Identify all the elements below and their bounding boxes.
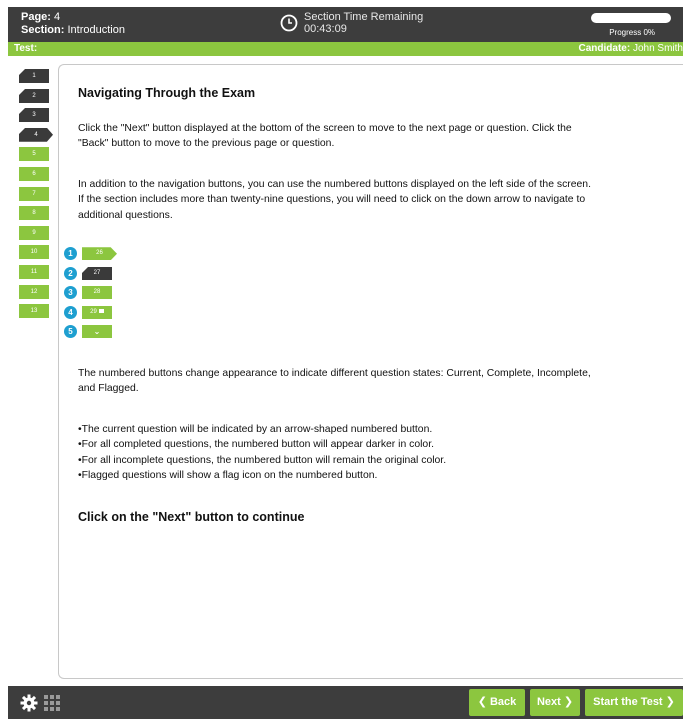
- continue-instruction: Click on the "Next" button to continue: [78, 509, 305, 524]
- list-item: Flagged questions will show a flag icon …: [78, 468, 598, 484]
- example-row: 1 26: [64, 244, 598, 264]
- clock-icon: [280, 14, 298, 32]
- example-incomplete-button: 28: [82, 286, 112, 300]
- progress-indicator: Progress 0%: [591, 13, 671, 37]
- example-row: 3 28: [64, 283, 598, 303]
- example-number-badge: 1: [64, 247, 77, 261]
- test-label: Test:: [14, 43, 38, 54]
- example-number-badge: 5: [64, 325, 77, 339]
- question-nav-button[interactable]: 4: [19, 127, 53, 142]
- gear-icon[interactable]: [20, 694, 38, 712]
- paragraph-states: The numbered buttons change appearance t…: [78, 367, 591, 395]
- candidate-info: Candidate: John Smith: [579, 42, 683, 56]
- question-nav-button[interactable]: 7: [19, 186, 49, 201]
- page-info: Page: 4 Section: Introduction: [21, 11, 125, 37]
- question-navigator: 1 2 3 4 5 6 7 8 9 10 11 12 13: [19, 69, 53, 324]
- question-nav-button[interactable]: 1: [19, 69, 49, 83]
- question-nav-button[interactable]: 6: [19, 166, 49, 181]
- list-item: For all incomplete questions, the number…: [78, 453, 598, 469]
- example-number-badge: 4: [64, 305, 77, 319]
- question-nav-button[interactable]: 5: [19, 147, 49, 162]
- info-bar: Test: Candidate: John Smith: [8, 42, 683, 56]
- example-complete-button: 27: [82, 266, 112, 280]
- instructions: Navigating Through the Exam Click the "N…: [64, 86, 598, 525]
- question-nav-button[interactable]: 11: [19, 264, 49, 279]
- paragraph-next-back: Click the "Next" button displayed at the…: [78, 122, 572, 150]
- candidate-label: Candidate:: [578, 43, 631, 54]
- next-button[interactable]: Next ❯: [530, 689, 580, 716]
- progress-label: Progress 0%: [609, 28, 655, 37]
- question-nav-button[interactable]: 13: [19, 304, 49, 319]
- question-nav-button[interactable]: 12: [19, 284, 49, 299]
- list-item: The current question will be indicated b…: [78, 422, 598, 438]
- example-row: 4 29: [64, 303, 598, 323]
- timer-value: 00:43:09: [304, 23, 347, 35]
- example-down-arrow-button: ⌄: [82, 325, 112, 339]
- page-label: Page:: [21, 11, 51, 23]
- example-current-button: 26: [82, 247, 117, 261]
- question-nav-button[interactable]: 2: [19, 88, 49, 103]
- example-row: 5 ⌄: [64, 322, 598, 342]
- page-title: Navigating Through the Exam: [78, 86, 256, 100]
- button-state-examples: 1 26 2 27 3 28 4 29 5 ⌄: [64, 244, 598, 342]
- grid-icon[interactable]: [44, 695, 60, 711]
- flag-icon: [98, 309, 104, 314]
- question-nav-button[interactable]: 3: [19, 108, 49, 123]
- candidate-name: John Smith: [632, 43, 683, 54]
- example-flagged-label: 29: [90, 308, 97, 315]
- paragraph-numbered-buttons: In addition to the navigation buttons, y…: [78, 178, 591, 221]
- back-button[interactable]: ❮ Back: [469, 689, 525, 716]
- question-nav-button[interactable]: 10: [19, 245, 49, 260]
- example-number-badge: 3: [64, 286, 77, 300]
- example-row: 2 27: [64, 264, 598, 284]
- timer-label: Section Time Remaining: [304, 11, 424, 23]
- section-label: Section:: [21, 24, 65, 36]
- start-test-button[interactable]: Start the Test ❯: [585, 689, 683, 716]
- section-timer: Section Time Remaining 00:43:09: [280, 11, 423, 35]
- section-value: Introduction: [67, 24, 125, 36]
- state-list: The current question will be indicated b…: [78, 422, 598, 484]
- example-number-badge: 2: [64, 266, 77, 280]
- bottom-toolbar: ❮ Back Next ❯ Start the Test ❯: [8, 686, 683, 719]
- list-item: For all completed questions, the numbere…: [78, 437, 598, 453]
- question-nav-button[interactable]: 8: [19, 206, 49, 221]
- top-header: Page: 4 Section: Introduction Section Ti…: [8, 7, 683, 42]
- content-panel: Navigating Through the Exam Click the "N…: [58, 64, 683, 679]
- chevron-down-icon: ⌄: [93, 327, 101, 337]
- question-nav-button[interactable]: 9: [19, 225, 49, 240]
- page-value: 4: [54, 11, 61, 23]
- example-flagged-button: 29: [82, 305, 112, 319]
- progress-bar: [591, 13, 671, 23]
